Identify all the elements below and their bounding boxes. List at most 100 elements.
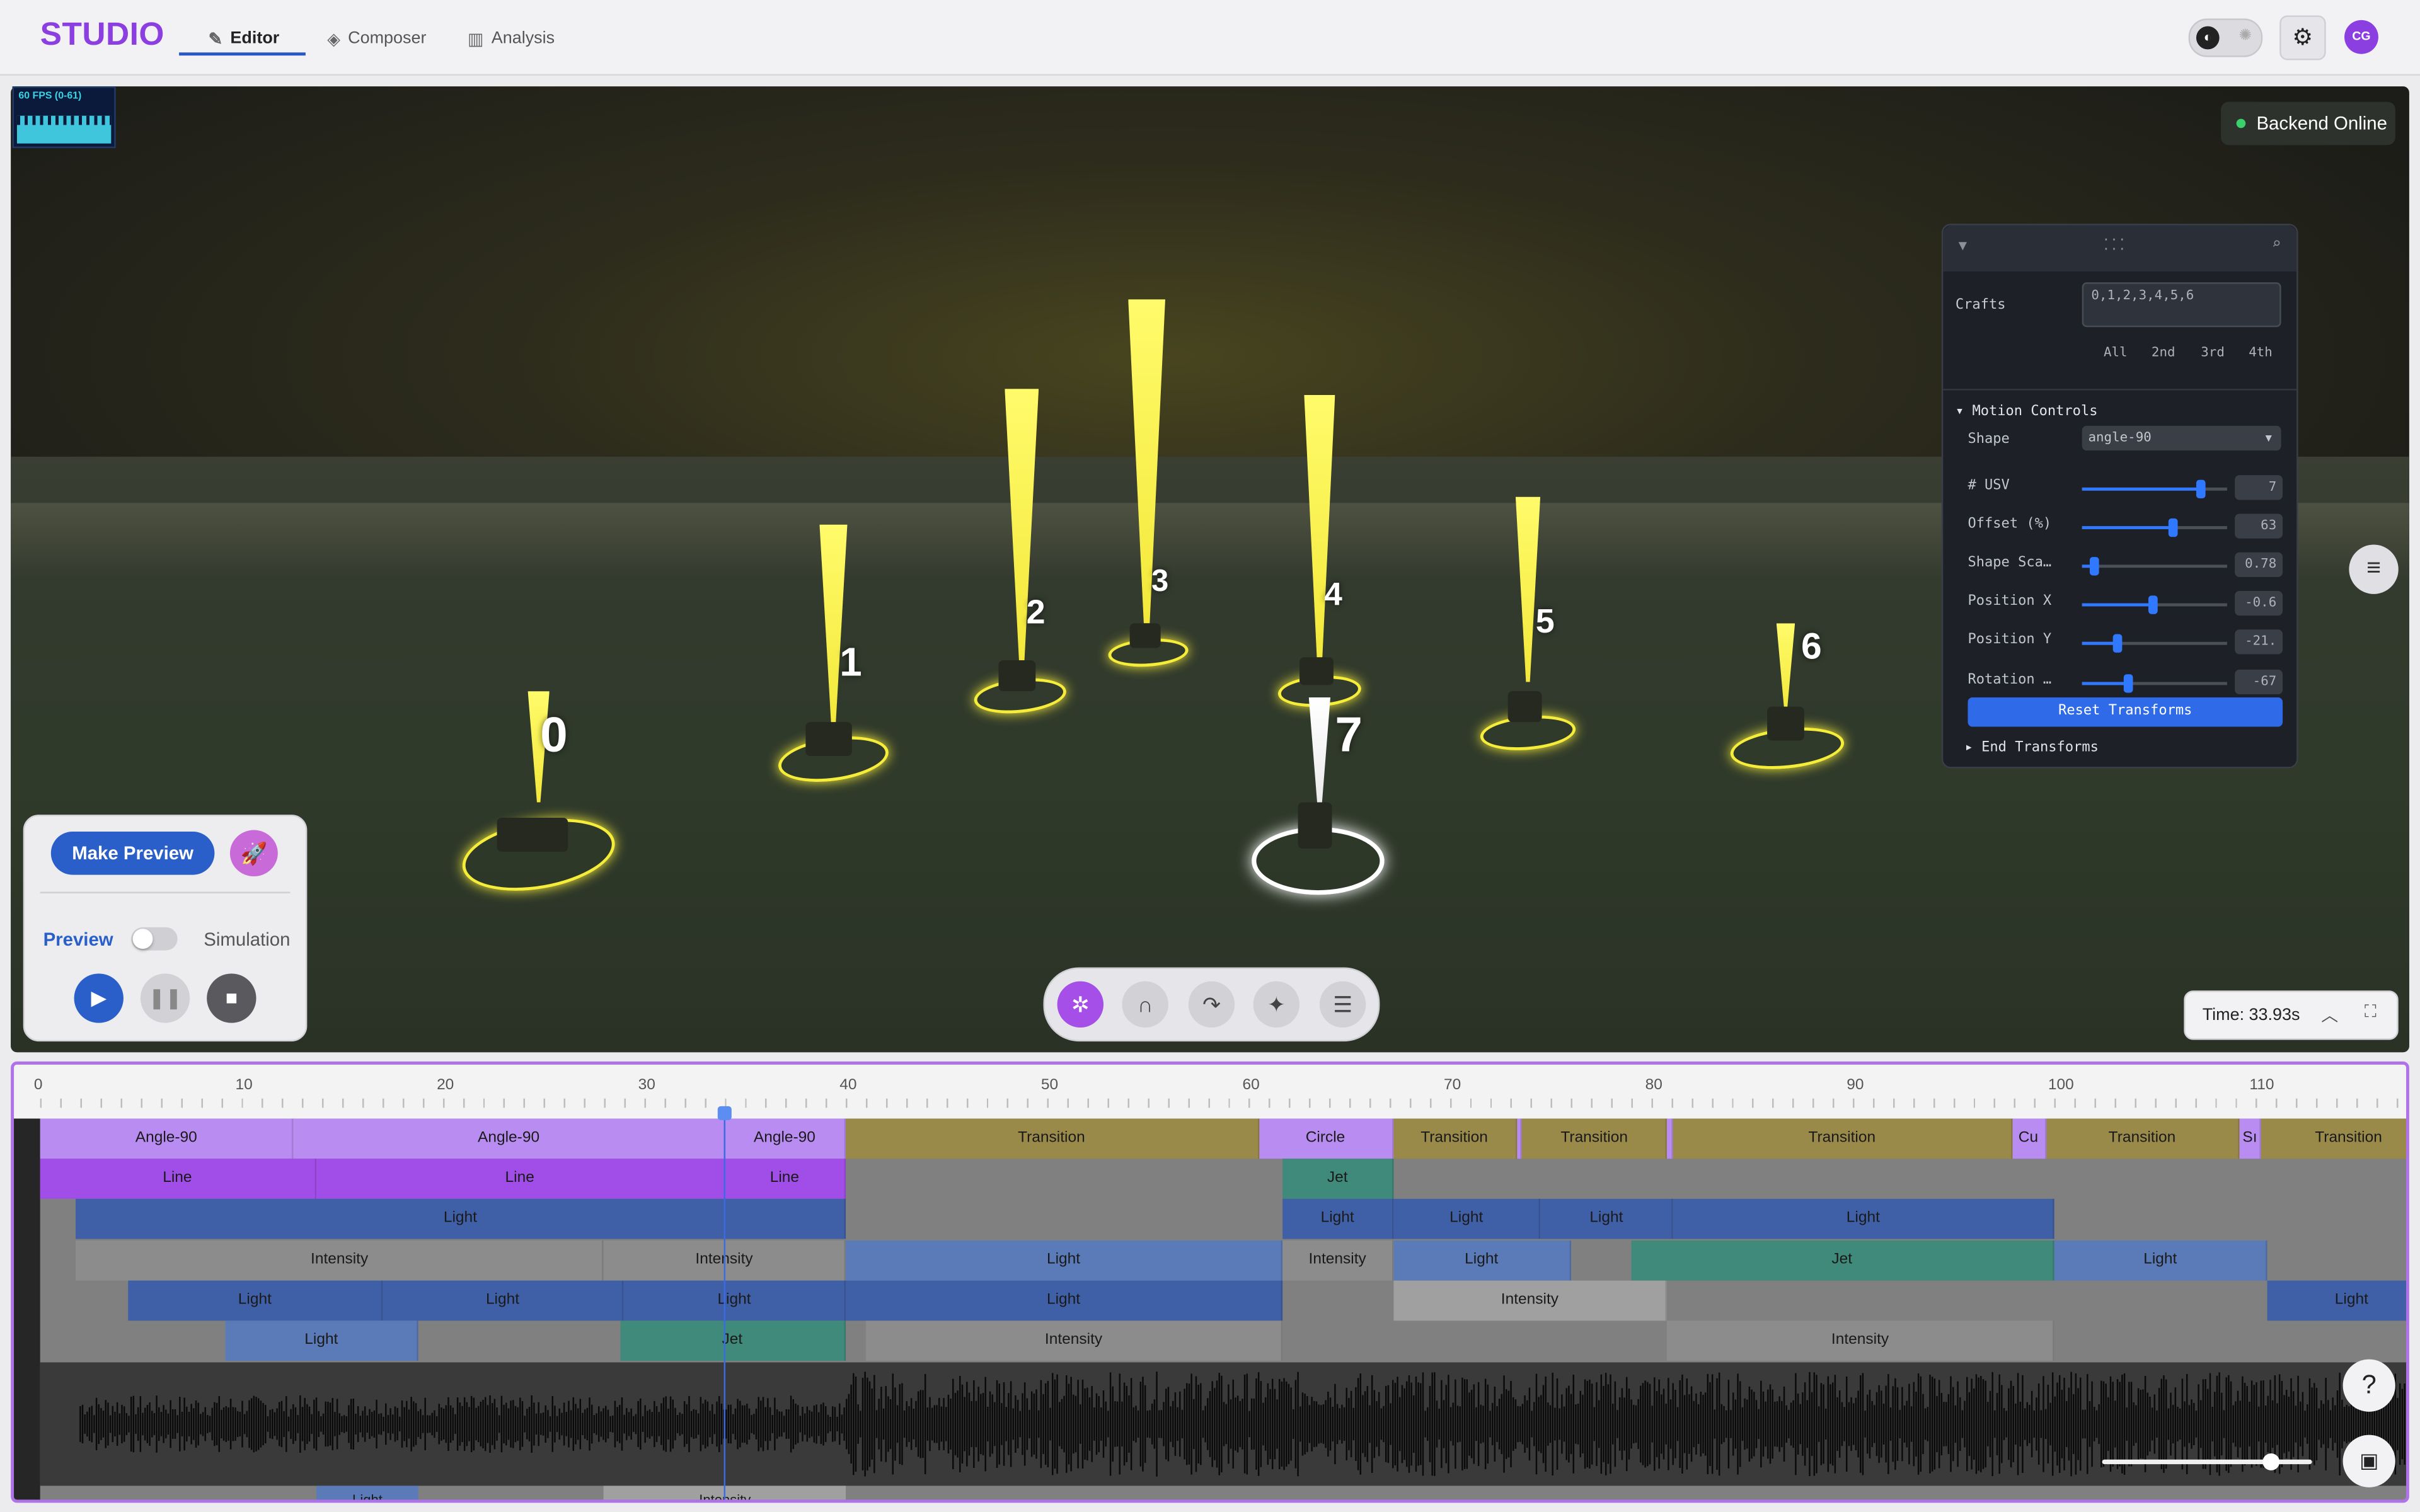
slider-value-input[interactable]: -21. bbox=[2235, 629, 2283, 655]
timeline-clip[interactable]: Jet bbox=[1631, 1240, 2054, 1280]
timeline-clip[interactable]: Transition bbox=[2046, 1118, 2240, 1159]
timeline-clip[interactable] bbox=[1516, 1118, 1523, 1159]
timeline-clip[interactable]: Jet bbox=[1282, 1159, 1394, 1200]
launch-button[interactable]: 🚀 bbox=[229, 830, 278, 877]
timeline-clip[interactable]: Intensity bbox=[1667, 1320, 2054, 1361]
slider-thumb[interactable] bbox=[2124, 674, 2133, 693]
preview-simulation-toggle[interactable] bbox=[131, 927, 178, 951]
timeline-clip[interactable]: Intensity bbox=[866, 1320, 1283, 1361]
timeline-clip[interactable]: Line bbox=[40, 1159, 316, 1200]
redo-tool-button[interactable]: ↷ bbox=[1188, 981, 1235, 1028]
timeline-clip[interactable]: Transition bbox=[2261, 1118, 2406, 1159]
timeline-clip[interactable]: Angle-90 bbox=[725, 1118, 846, 1159]
timeline-clip[interactable]: Light bbox=[1673, 1199, 2054, 1240]
motion-slider[interactable] bbox=[2082, 595, 2227, 614]
adjust-tool-button[interactable]: ☰ bbox=[1319, 981, 1366, 1028]
drone-5[interactable]: 5 bbox=[1474, 491, 1582, 754]
slider-value-input[interactable]: 7 bbox=[2235, 475, 2283, 500]
slider-thumb[interactable] bbox=[2262, 1453, 2280, 1470]
fullscreen-icon[interactable]: ⛶ bbox=[2365, 1003, 2377, 1023]
slider-thumb[interactable] bbox=[2196, 479, 2206, 499]
play-button[interactable]: ▶ bbox=[74, 973, 124, 1023]
select-all-button[interactable]: All bbox=[2104, 346, 2128, 361]
drone-4[interactable]: 4 bbox=[1272, 389, 1368, 713]
make-preview-button[interactable]: Make Preview bbox=[50, 832, 215, 875]
timeline-clip[interactable]: Cu bbox=[2012, 1118, 2046, 1159]
select-2nd-button[interactable]: 2nd bbox=[2152, 346, 2175, 361]
motion-slider[interactable] bbox=[2082, 518, 2227, 537]
audio-waveform[interactable] bbox=[40, 1362, 2406, 1486]
timeline[interactable]: 0 10 20 30 40 50 60 70 80 90 100 110 Angle-90 Angle-… bbox=[11, 1061, 2409, 1503]
timeline-clip[interactable]: Light bbox=[316, 1486, 419, 1500]
slider-thumb[interactable] bbox=[2148, 595, 2158, 614]
timeline-clip[interactable]: Jet bbox=[620, 1320, 846, 1361]
timeline-clip[interactable]: Light bbox=[1393, 1199, 1541, 1240]
sparkle-tool-button[interactable]: ✦ bbox=[1253, 981, 1300, 1028]
timeline-clip[interactable] bbox=[1667, 1118, 1674, 1159]
avatar[interactable]: CG bbox=[2344, 20, 2378, 54]
timeline-clip[interactable]: Light bbox=[76, 1199, 846, 1240]
drone-2[interactable]: 2 bbox=[968, 389, 1076, 718]
slider-value-input[interactable]: 0.78 bbox=[2235, 552, 2283, 577]
timeline-clip[interactable]: Light bbox=[1393, 1240, 1571, 1280]
search-icon[interactable]: ⌕ bbox=[2272, 236, 2281, 253]
timeline-clip[interactable]: Light bbox=[624, 1280, 846, 1320]
timeline-clip[interactable]: Intensity bbox=[76, 1240, 604, 1280]
timeline-clip[interactable]: Light bbox=[382, 1280, 625, 1320]
tab-composer[interactable]: ◈ Composer bbox=[327, 21, 426, 55]
chevron-up-icon[interactable]: ︿ bbox=[2321, 1003, 2338, 1028]
timeline-zoom-slider[interactable] bbox=[2102, 1453, 2312, 1470]
feedback-button[interactable]: ▣ bbox=[2342, 1435, 2395, 1487]
drone-3[interactable]: 3 bbox=[1099, 299, 1195, 670]
timeline-clip[interactable]: Intensity bbox=[1282, 1240, 1394, 1280]
end-transforms-toggle[interactable]: ▸ End Transforms bbox=[1965, 741, 2099, 756]
motion-slider[interactable] bbox=[2082, 479, 2227, 499]
timeline-ruler[interactable]: 0 10 20 30 40 50 60 70 80 90 100 110 bbox=[14, 1064, 2406, 1119]
motion-slider[interactable] bbox=[2082, 634, 2227, 653]
pause-button[interactable]: ❚❚ bbox=[140, 973, 190, 1023]
crafts-input[interactable]: 0,1,2,3,4,5,6 bbox=[2082, 282, 2281, 328]
timeline-clip[interactable]: Light bbox=[1282, 1199, 1394, 1240]
playhead-line[interactable] bbox=[723, 1108, 725, 1500]
timeline-clip[interactable]: Light bbox=[846, 1240, 1283, 1280]
timeline-clip[interactable]: Angle-90 bbox=[40, 1118, 294, 1159]
formation-tool-button[interactable]: ✲ bbox=[1057, 981, 1104, 1028]
timeline-clip[interactable]: Light bbox=[2267, 1280, 2406, 1320]
timeline-clip[interactable]: Sı bbox=[2239, 1118, 2262, 1159]
slider-value-input[interactable]: 63 bbox=[2235, 513, 2283, 539]
timeline-clip[interactable]: Circle bbox=[1259, 1118, 1394, 1159]
slider-value-input[interactable]: -67 bbox=[2235, 669, 2283, 695]
select-4th-button[interactable]: 4th bbox=[2249, 346, 2273, 361]
tab-analysis[interactable]: ▥ Analysis bbox=[468, 21, 555, 55]
slider-thumb[interactable] bbox=[2112, 634, 2122, 653]
motion-slider[interactable] bbox=[2082, 674, 2227, 693]
slider-thumb[interactable] bbox=[2169, 518, 2179, 537]
drone-1[interactable]: 1 bbox=[772, 509, 896, 789]
timeline-clip[interactable]: Line bbox=[725, 1159, 846, 1200]
side-menu-button[interactable]: ≡ bbox=[2349, 544, 2399, 594]
playhead-handle[interactable] bbox=[717, 1106, 732, 1120]
timeline-clip[interactable]: Light bbox=[846, 1280, 1283, 1320]
select-3rd-button[interactable]: 3rd bbox=[2201, 346, 2225, 361]
timeline-clip[interactable]: Light bbox=[129, 1280, 383, 1320]
settings-button[interactable]: ⚙ bbox=[2279, 15, 2326, 60]
slider-value-input[interactable]: -0.6 bbox=[2235, 590, 2283, 616]
tab-editor[interactable]: ✎ Editor bbox=[209, 21, 280, 55]
timeline-clip[interactable]: Light bbox=[2054, 1240, 2268, 1280]
timeline-clip[interactable]: Light bbox=[1540, 1199, 1674, 1240]
help-button[interactable]: ? bbox=[2342, 1359, 2395, 1412]
timeline-clip[interactable]: Line bbox=[316, 1159, 725, 1200]
timeline-clip[interactable]: Angle-90 bbox=[294, 1118, 725, 1159]
reset-transforms-button[interactable]: Reset Transforms bbox=[1968, 697, 2283, 727]
shape-select[interactable]: angle-90 ▼ bbox=[2082, 425, 2281, 451]
timeline-clip[interactable]: Light bbox=[225, 1320, 419, 1361]
timeline-clip[interactable]: Transition bbox=[1393, 1118, 1517, 1159]
drag-handle-icon[interactable]: ⁚⁚⁚ bbox=[2104, 238, 2128, 255]
stop-button[interactable]: ■ bbox=[207, 973, 256, 1023]
slider-thumb[interactable] bbox=[2089, 557, 2099, 576]
drone-0[interactable]: 0 bbox=[454, 691, 623, 902]
timeline-clip[interactable]: Intensity bbox=[1393, 1280, 1668, 1320]
panel-header[interactable]: ▼ ⁚⁚⁚ ⌕ bbox=[1943, 225, 2297, 272]
drone-7[interactable]: 7 bbox=[1242, 694, 1397, 898]
drone-6[interactable]: 6 bbox=[1724, 620, 1848, 774]
